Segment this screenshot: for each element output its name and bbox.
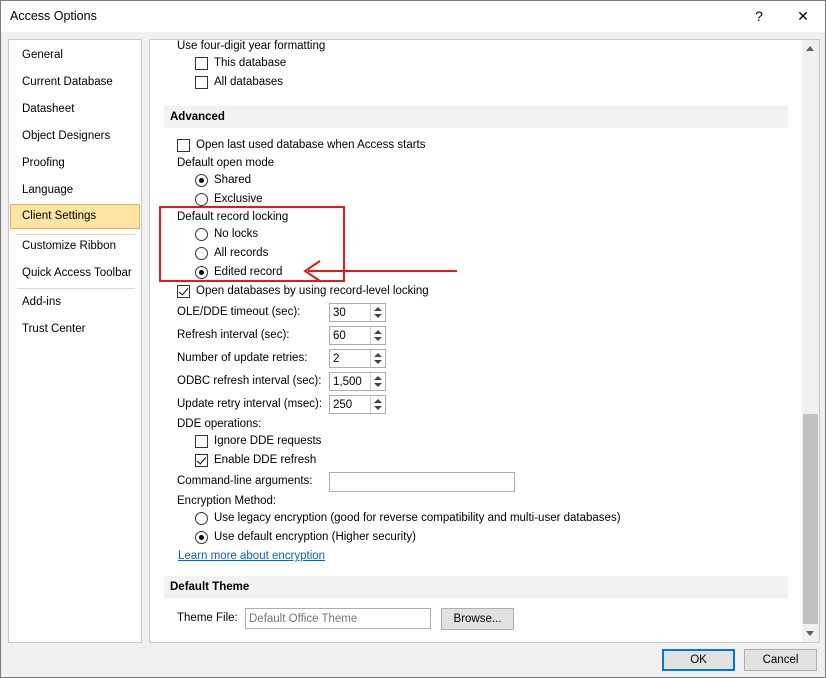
- spinner-arrows[interactable]: [370, 327, 385, 344]
- legacy-encryption-radio[interactable]: [195, 512, 208, 525]
- no-locks-radio[interactable]: [195, 228, 208, 241]
- edited-record-label: Edited record: [214, 266, 283, 278]
- refresh-interval-value[interactable]: 60: [333, 330, 346, 342]
- vertical-scrollbar[interactable]: [802, 40, 819, 642]
- sidebar-item-add-ins[interactable]: Add-ins: [10, 290, 140, 315]
- record-level-locking-label: Open databases by using record-level loc…: [196, 285, 429, 297]
- spin-up-icon[interactable]: [374, 399, 382, 403]
- exclusive-radio[interactable]: [195, 193, 208, 206]
- spin-up-icon[interactable]: [374, 307, 382, 311]
- enable-dde-refresh-checkbox[interactable]: [195, 454, 208, 467]
- open-last-database-checkbox[interactable]: [177, 139, 190, 152]
- sidebar-item-general[interactable]: General: [10, 43, 140, 68]
- spin-up-icon[interactable]: [374, 353, 382, 357]
- refresh-interval-label: Refresh interval (sec):: [177, 329, 290, 341]
- all-databases-checkbox[interactable]: [195, 76, 208, 89]
- title-bar: Access Options ? ✕: [1, 1, 825, 32]
- all-records-radio[interactable]: [195, 247, 208, 260]
- ole-dde-timeout-spinner[interactable]: 30: [329, 303, 386, 322]
- shared-label: Shared: [214, 174, 252, 186]
- scroll-up-icon[interactable]: [806, 46, 814, 51]
- odbc-refresh-interval-spinner[interactable]: 1,500: [329, 372, 386, 391]
- exclusive-label: Exclusive: [214, 193, 263, 205]
- default-encryption-radio[interactable]: [195, 531, 208, 544]
- sidebar-item-quick-access-toolbar[interactable]: Quick Access Toolbar: [10, 261, 140, 286]
- encryption-method-label: Encryption Method:: [177, 495, 277, 507]
- spin-up-icon[interactable]: [374, 330, 382, 334]
- spin-down-icon[interactable]: [374, 337, 382, 341]
- ole-dde-timeout-label: OLE/DDE timeout (sec):: [177, 306, 301, 318]
- legacy-encryption-label: Use legacy encryption (good for reverse …: [214, 512, 621, 524]
- sidebar-item-datasheet[interactable]: Datasheet: [10, 97, 140, 122]
- update-retry-interval-value[interactable]: 250: [333, 399, 352, 411]
- ignore-dde-label: Ignore DDE requests: [214, 435, 322, 447]
- help-button[interactable]: ?: [737, 1, 781, 32]
- command-line-label: Command-line arguments:: [177, 475, 313, 487]
- this-database-checkbox[interactable]: [195, 57, 208, 70]
- sidebar: General Current Database Datasheet Objec…: [8, 39, 142, 643]
- access-options-dialog: Access Options ? ✕ General Current Datab…: [0, 0, 826, 678]
- cancel-button[interactable]: Cancel: [744, 649, 817, 671]
- update-retries-label: Number of update retries:: [177, 352, 308, 364]
- learn-more-encryption-link[interactable]: Learn more about encryption: [178, 550, 325, 562]
- sidebar-item-language[interactable]: Language: [10, 178, 140, 203]
- spin-down-icon[interactable]: [374, 360, 382, 364]
- spinner-arrows[interactable]: [370, 396, 385, 413]
- spin-down-icon[interactable]: [374, 314, 382, 318]
- close-button[interactable]: ✕: [781, 1, 825, 32]
- all-records-label: All records: [214, 247, 269, 259]
- advanced-section-header: Advanced: [164, 106, 788, 128]
- refresh-interval-spinner[interactable]: 60: [329, 326, 386, 345]
- spinner-arrows[interactable]: [370, 350, 385, 367]
- odbc-refresh-interval-label: ODBC refresh interval (sec):: [177, 375, 322, 387]
- dialog-title: Access Options: [10, 9, 97, 23]
- ole-dde-timeout-value[interactable]: 30: [333, 307, 346, 319]
- theme-file-label: Theme File:: [177, 612, 238, 624]
- spinner-arrows[interactable]: [370, 373, 385, 390]
- sidebar-item-proofing[interactable]: Proofing: [10, 151, 140, 176]
- default-encryption-label: Use default encryption (Higher security): [214, 531, 416, 543]
- year-format-label: Use four-digit year formatting: [177, 40, 326, 52]
- this-database-label: This database: [214, 57, 287, 69]
- default-theme-section-header: Default Theme: [164, 576, 788, 598]
- default-open-mode-label: Default open mode: [177, 157, 275, 169]
- options-content-panel: Use four-digit year formatting This data…: [149, 39, 820, 643]
- theme-file-input[interactable]: [245, 608, 431, 629]
- scroll-down-icon[interactable]: [806, 631, 814, 636]
- sidebar-divider: [17, 288, 135, 289]
- edited-record-radio[interactable]: [195, 266, 208, 279]
- spinner-arrows[interactable]: [370, 304, 385, 321]
- sidebar-item-client-settings[interactable]: Client Settings: [10, 204, 140, 229]
- update-retries-value[interactable]: 2: [333, 353, 339, 365]
- sidebar-item-current-database[interactable]: Current Database: [10, 70, 140, 95]
- spin-up-icon[interactable]: [374, 376, 382, 380]
- open-last-database-label: Open last used database when Access star…: [196, 139, 426, 151]
- browse-button[interactable]: Browse...: [441, 608, 514, 630]
- spin-down-icon[interactable]: [374, 383, 382, 387]
- odbc-refresh-interval-value[interactable]: 1,500: [333, 376, 362, 388]
- ok-button[interactable]: OK: [662, 649, 735, 671]
- all-databases-label: All databases: [214, 76, 284, 88]
- sidebar-item-trust-center[interactable]: Trust Center: [10, 317, 140, 342]
- dde-operations-label: DDE operations:: [177, 418, 262, 430]
- record-level-locking-checkbox[interactable]: [177, 285, 190, 298]
- update-retry-interval-label: Update retry interval (msec):: [177, 398, 323, 410]
- no-locks-label: No locks: [214, 228, 259, 240]
- ignore-dde-checkbox[interactable]: [195, 435, 208, 448]
- update-retry-interval-spinner[interactable]: 250: [329, 395, 386, 414]
- scrollbar-thumb[interactable]: [803, 414, 818, 624]
- sidebar-item-customize-ribbon[interactable]: Customize Ribbon: [10, 234, 140, 259]
- shared-radio[interactable]: [195, 174, 208, 187]
- sidebar-item-object-designers[interactable]: Object Designers: [10, 124, 140, 149]
- enable-dde-refresh-label: Enable DDE refresh: [214, 454, 317, 466]
- default-record-locking-label: Default record locking: [177, 211, 289, 223]
- command-line-input[interactable]: [329, 472, 515, 492]
- spin-down-icon[interactable]: [374, 406, 382, 410]
- update-retries-spinner[interactable]: 2: [329, 349, 386, 368]
